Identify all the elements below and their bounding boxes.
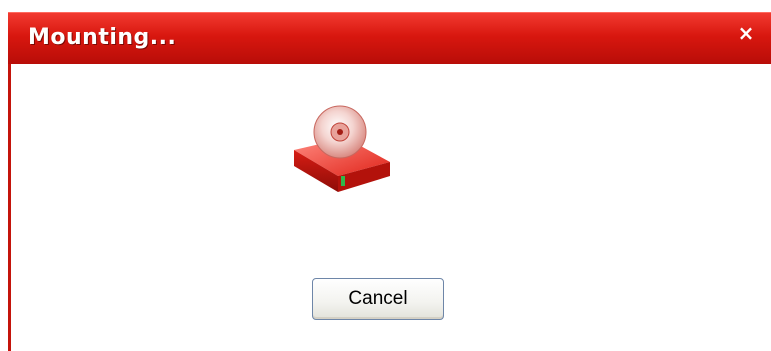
close-icon[interactable]: ×	[735, 22, 757, 44]
title-bar[interactable]: Mounting... ×	[8, 12, 771, 64]
disc-drive-icon	[294, 105, 390, 192]
window-border	[8, 64, 11, 351]
cancel-button[interactable]: Cancel	[312, 278, 444, 320]
mounting-dialog: Mounting... × Cancel	[0, 0, 771, 351]
dialog-title: Mounting...	[28, 25, 177, 50]
